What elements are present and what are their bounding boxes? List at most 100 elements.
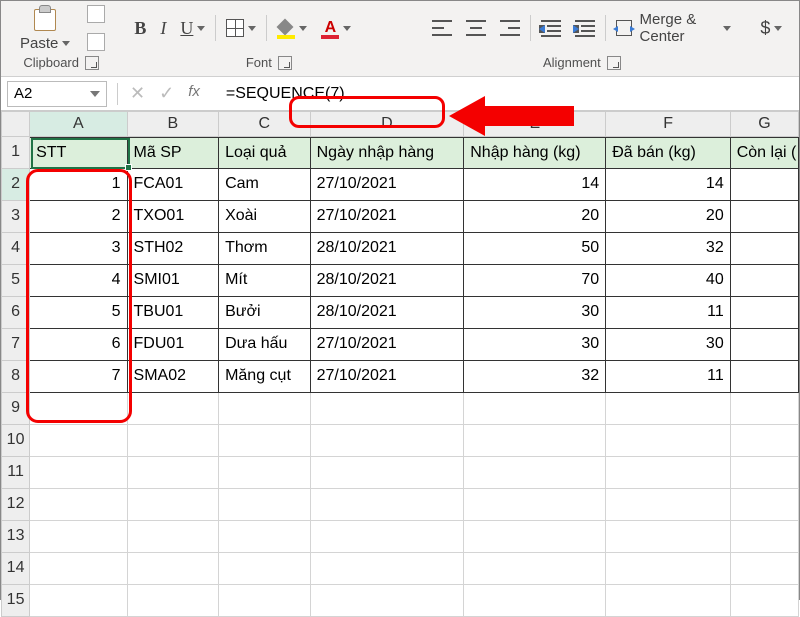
cell-A2[interactable]: 1 [30,169,127,201]
cell-B8[interactable]: SMA02 [128,361,220,393]
cell-D14[interactable] [311,553,465,585]
cell-G14[interactable] [731,553,799,585]
cell-A4[interactable]: 3 [30,233,127,265]
cell-D15[interactable] [311,585,465,617]
row-header-12[interactable]: 12 [1,489,30,521]
cell-D4[interactable]: 28/10/2021 [311,233,465,265]
cell-D9[interactable] [311,393,465,425]
cell-E10[interactable] [464,425,606,457]
cell-A15[interactable] [30,585,127,617]
cell-A8[interactable]: 7 [30,361,127,393]
cell-C14[interactable] [219,553,311,585]
cell-D1[interactable]: Ngày nhập hàng [311,137,465,169]
cell-C8[interactable]: Măng cụt [219,361,311,393]
align-right-button[interactable] [496,17,524,39]
cell-C12[interactable] [219,489,311,521]
cell-F11[interactable] [606,457,731,489]
clipboard-dialog-launcher[interactable] [85,56,99,70]
cell-D13[interactable] [311,521,465,553]
cell-F1[interactable]: Đã bán (kg) [606,137,731,169]
cell-D12[interactable] [311,489,465,521]
borders-button[interactable] [222,16,260,40]
col-header-G[interactable]: G [731,111,799,137]
cell-G5[interactable] [731,265,799,297]
cell-B14[interactable] [128,553,220,585]
cell-G15[interactable] [731,585,799,617]
cell-G6[interactable] [731,297,799,329]
col-header-B[interactable]: B [128,111,219,137]
cell-E5[interactable]: 70 [464,265,606,297]
merge-center-button[interactable]: Merge & Center [612,8,735,48]
increase-indent-button[interactable] [571,17,599,39]
cell-A1[interactable]: STT [30,137,127,169]
cell-B2[interactable]: FCA01 [128,169,220,201]
cell-A11[interactable] [30,457,127,489]
row-header-8[interactable]: 8 [1,361,30,393]
cell-C15[interactable] [219,585,311,617]
cell-D6[interactable]: 28/10/2021 [311,297,465,329]
cell-D8[interactable]: 27/10/2021 [311,361,465,393]
cell-E2[interactable]: 14 [464,169,606,201]
row-header-11[interactable]: 11 [1,457,30,489]
cell-G11[interactable] [731,457,799,489]
cancel-formula-button[interactable]: ✕ [130,83,145,104]
cell-A7[interactable]: 6 [30,329,127,361]
row-header-6[interactable]: 6 [1,297,30,329]
col-header-A[interactable]: A [30,111,127,137]
col-header-D[interactable]: D [311,111,465,137]
row-header-15[interactable]: 15 [1,585,30,617]
decrease-indent-button[interactable] [537,17,565,39]
row-header-3[interactable]: 3 [1,201,30,233]
cell-A13[interactable] [30,521,127,553]
cell-F6[interactable]: 11 [606,297,731,329]
cell-G8[interactable] [731,361,799,393]
fill-color-button[interactable] [273,16,311,40]
cell-C6[interactable]: Bưởi [219,297,311,329]
paste-button[interactable]: Paste [13,2,77,55]
font-dialog-launcher[interactable] [278,56,292,70]
row-header-5[interactable]: 5 [1,265,30,297]
italic-button[interactable]: I [156,15,170,42]
cell-B6[interactable]: TBU01 [128,297,220,329]
cell-A10[interactable] [30,425,127,457]
row-header-10[interactable]: 10 [1,425,30,457]
row-header-1[interactable]: 1 [1,137,30,169]
spreadsheet-grid[interactable]: A B C D E F G 1 STT Mã SP Loại quả Ngày … [1,111,799,617]
cell-D2[interactable]: 27/10/2021 [311,169,465,201]
cell-F3[interactable]: 20 [606,201,731,233]
cell-C2[interactable]: Cam [219,169,311,201]
cell-E4[interactable]: 50 [464,233,606,265]
cell-A3[interactable]: 2 [30,201,127,233]
insert-function-button[interactable]: fx [188,83,200,104]
cell-G4[interactable] [731,233,799,265]
currency-button[interactable]: $ [756,15,786,42]
cell-C5[interactable]: Mít [219,265,311,297]
row-header-9[interactable]: 9 [1,393,30,425]
cell-F13[interactable] [606,521,731,553]
cell-C9[interactable] [219,393,311,425]
cell-E7[interactable]: 30 [464,329,606,361]
col-header-F[interactable]: F [606,111,731,137]
align-left-button[interactable] [428,17,456,39]
cell-G13[interactable] [731,521,799,553]
row-header-13[interactable]: 13 [1,521,30,553]
cell-B10[interactable] [128,425,220,457]
cell-D5[interactable]: 28/10/2021 [311,265,465,297]
cell-B7[interactable]: FDU01 [128,329,220,361]
cell-F14[interactable] [606,553,731,585]
cell-A6[interactable]: 5 [30,297,127,329]
cell-B11[interactable] [128,457,220,489]
cell-A14[interactable] [30,553,127,585]
cell-E12[interactable] [464,489,606,521]
name-box[interactable]: A2 [7,81,107,107]
row-header-7[interactable]: 7 [1,329,30,361]
alignment-dialog-launcher[interactable] [607,56,621,70]
cell-F8[interactable]: 11 [606,361,731,393]
font-color-button[interactable]: A [317,16,355,40]
cell-C7[interactable]: Dưa hấu [219,329,311,361]
cell-G7[interactable] [731,329,799,361]
cell-C3[interactable]: Xoài [219,201,311,233]
cell-E3[interactable]: 20 [464,201,606,233]
cell-G3[interactable] [731,201,799,233]
cut-button[interactable] [83,2,109,26]
